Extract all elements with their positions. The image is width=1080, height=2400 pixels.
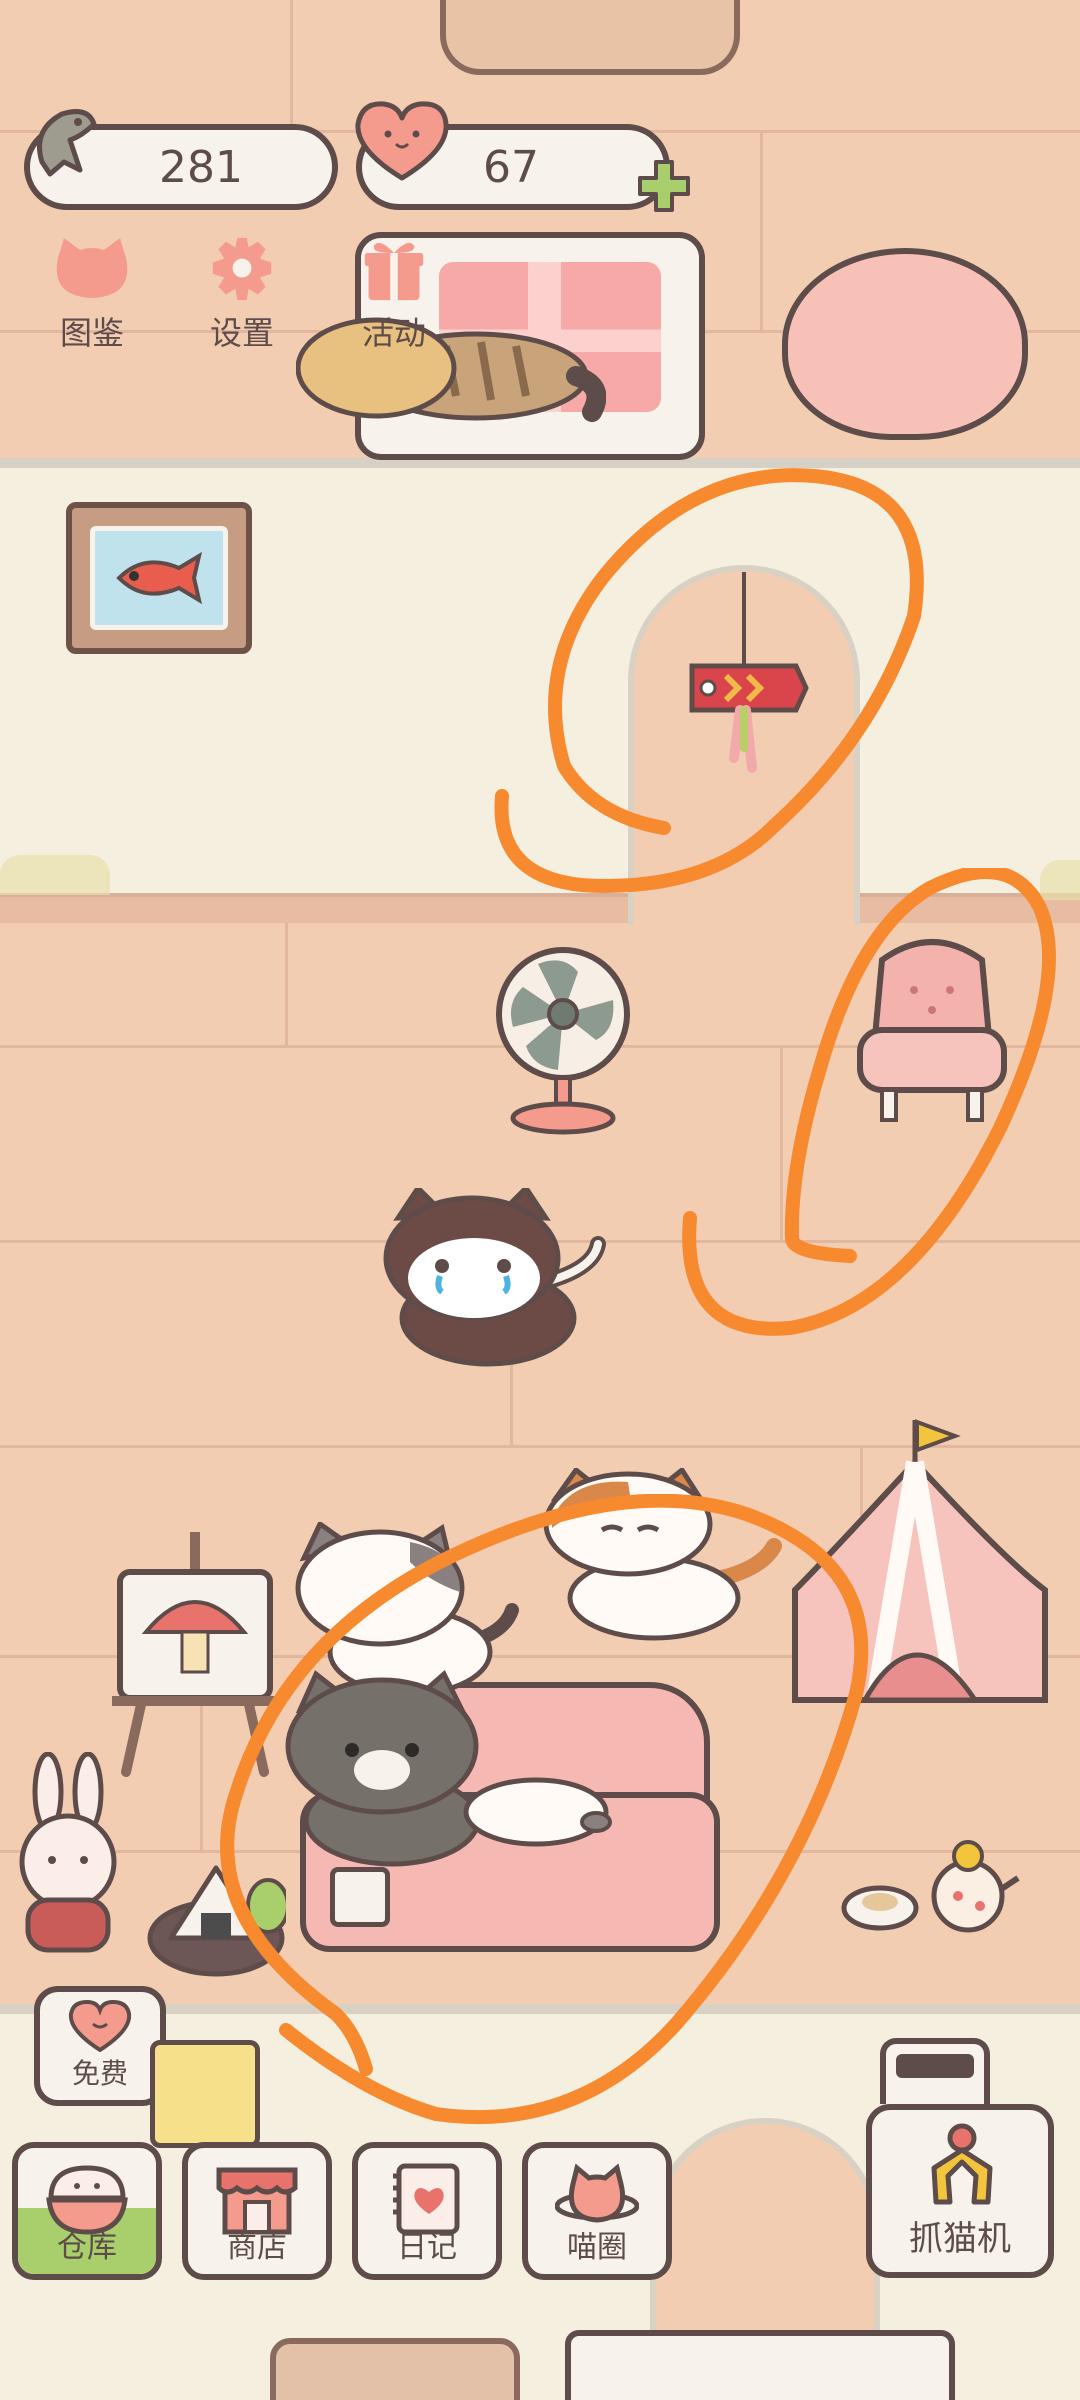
heart-icon — [355, 101, 449, 181]
carp-streamer — [689, 663, 809, 773]
nav-diary[interactable]: 日记 — [352, 2142, 502, 2280]
free-label: 免费 — [71, 2057, 128, 2090]
collection-label: 图鉴 — [59, 314, 124, 352]
fish-icon — [37, 109, 97, 177]
gift-icon — [364, 242, 424, 301]
heart-icon — [68, 2000, 132, 2052]
add-hearts-button[interactable] — [636, 158, 692, 214]
nav-meow-circle-label: 喵圈 — [567, 2230, 627, 2265]
events-button[interactable]: 活动 — [334, 236, 454, 356]
nav-warehouse-label: 仓库 — [57, 2230, 117, 2265]
collection-button[interactable]: 图鉴 — [32, 236, 152, 356]
tea-set[interactable] — [840, 1836, 1022, 1936]
brown-white-cat[interactable] — [378, 1188, 610, 1376]
nav-shop-label: 商店 — [227, 2230, 287, 2265]
claw-icon — [931, 2123, 993, 2205]
pink-beanbag[interactable] — [782, 248, 1028, 440]
settings-button[interactable]: 设置 — [182, 236, 302, 356]
nav-warehouse[interactable]: 仓库 — [12, 2142, 162, 2280]
gear-icon — [212, 237, 272, 301]
nav-shop[interactable]: 商店 — [182, 2142, 332, 2280]
nav-meow-circle[interactable]: 喵圈 — [522, 2142, 672, 2280]
circus-tent[interactable] — [785, 1410, 1065, 1730]
mushroom-easel[interactable] — [106, 1532, 284, 1782]
onigiri-cushion[interactable] — [146, 1858, 286, 1982]
electric-fan[interactable] — [478, 942, 648, 1138]
heart-count: 67 — [483, 141, 539, 193]
plus-icon — [638, 160, 690, 212]
barrel-decor — [440, 0, 740, 75]
events-label: 活动 — [361, 314, 426, 352]
bunny-toy[interactable] — [12, 1752, 124, 1962]
settings-label: 设置 — [209, 314, 274, 352]
free-reward-button[interactable]: 免费 — [34, 1986, 166, 2106]
cat-head-icon — [56, 238, 128, 298]
white-cat-lying[interactable] — [456, 1758, 616, 1858]
fish-count: 281 — [159, 141, 243, 193]
nav-diary-label: 日记 — [397, 2230, 457, 2265]
claw-machine-label: 抓猫机 — [909, 2219, 1011, 2259]
fish-picture-frame — [66, 502, 252, 654]
pink-armchair[interactable] — [852, 930, 1012, 1136]
calico-cat[interactable] — [542, 1468, 782, 1644]
claw-machine-button[interactable]: 抓猫机 — [866, 2038, 1054, 2278]
